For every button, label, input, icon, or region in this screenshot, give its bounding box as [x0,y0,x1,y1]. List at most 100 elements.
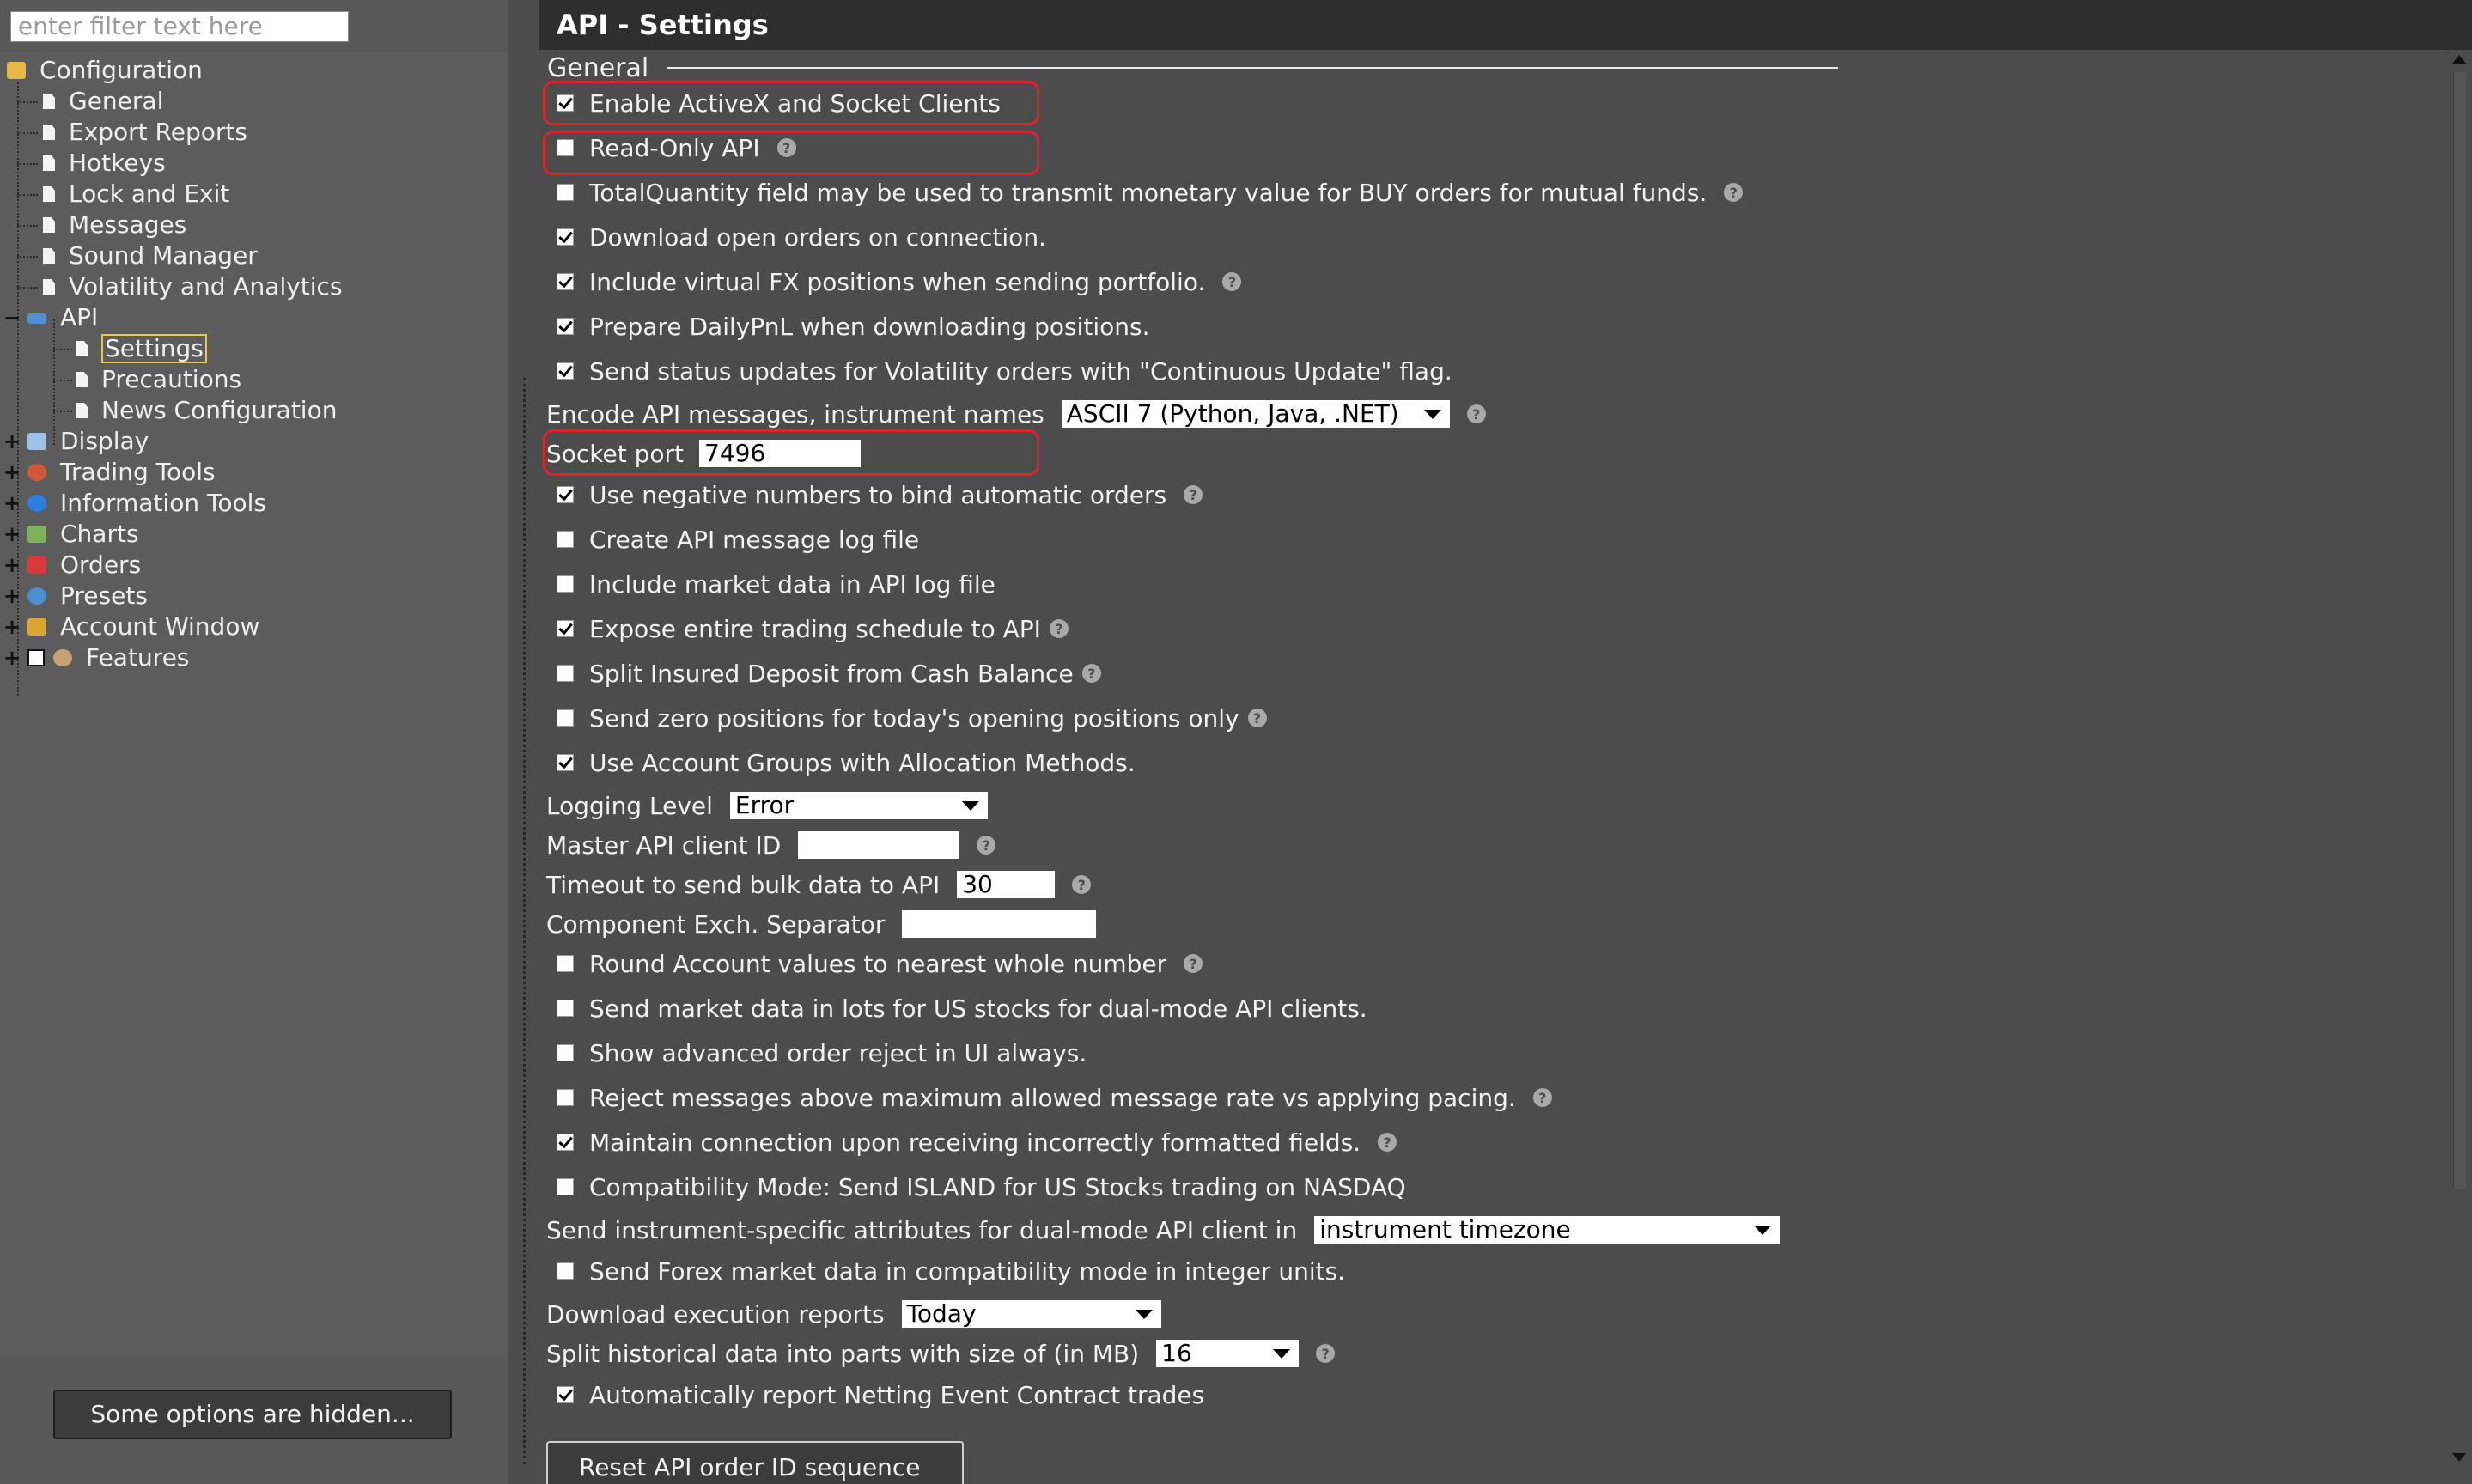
tree-item-trading-tools[interactable]: + Trading Tools [3,457,216,488]
encode-select[interactable]: ASCII 7 (Python, Java, .NET) [1061,400,1450,428]
tree-item-precautions[interactable]: Precautions [53,364,241,395]
setting-account-groups[interactable]: Use Account Groups with Allocation Metho… [546,744,1136,782]
help-icon[interactable]: ? [1532,1088,1552,1107]
checkbox[interactable] [557,362,574,380]
expand-icon[interactable]: + [3,584,21,608]
checkbox[interactable] [557,1089,574,1106]
setting-prepare-daily-pnl[interactable]: Prepare DailyPnL when downloading positi… [546,307,1149,345]
checkbox[interactable] [557,575,574,593]
tree-item-features[interactable]: + Features [3,642,189,673]
expand-icon[interactable]: + [3,615,21,639]
checkbox[interactable] [557,1386,574,1403]
help-icon[interactable]: ? [1184,485,1203,504]
help-icon[interactable]: ? [1049,619,1069,638]
checkbox[interactable] [557,1134,574,1151]
setting-compatibility-mode[interactable]: Compatibility Mode: Send ISLAND for US S… [546,1168,1406,1206]
setting-round-account[interactable]: Round Account values to nearest whole nu… [546,945,1203,982]
collapse-icon[interactable]: − [3,306,21,330]
setting-forex-integer[interactable]: Send Forex market data in compatibility … [546,1252,1345,1290]
setting-send-status-updates[interactable]: Send status updates for Volatility order… [546,352,1452,390]
tree-item-api[interactable]: − API [3,302,98,333]
setting-advanced-reject[interactable]: Show advanced order reject in UI always. [546,1034,1087,1072]
tree-item-presets[interactable]: + Presets [3,581,148,611]
help-icon[interactable]: ? [1378,1133,1397,1152]
help-icon[interactable]: ? [1081,664,1101,683]
checkbox[interactable] [557,184,574,201]
timeout-input[interactable]: 30 [957,871,1056,898]
tree-root-configuration[interactable]: Configuration [7,55,203,86]
setting-reject-messages[interactable]: Reject messages above maximum allowed me… [546,1079,1552,1116]
checkbox[interactable] [557,1044,574,1061]
expand-icon[interactable]: + [3,553,21,577]
expand-icon[interactable]: + [3,522,21,546]
help-icon[interactable]: ? [1072,875,1092,894]
setting-expose-schedule[interactable]: Expose entire trading schedule to API ? [546,610,1069,648]
tree-item-volatility-analytics[interactable]: Volatility and Analytics [17,271,343,302]
setting-read-only-api[interactable]: Read-Only API ? [546,129,796,167]
checkbox[interactable] [557,709,574,727]
setting-download-open-orders[interactable]: Download open orders on connection. [546,218,1046,256]
checkbox[interactable] [557,486,574,503]
setting-send-market-lots[interactable]: Send market data in lots for US stocks f… [546,989,1367,1027]
setting-send-zero-positions[interactable]: Send zero positions for today's opening … [546,699,1267,737]
expand-icon[interactable]: + [3,429,21,453]
checkbox[interactable] [557,273,574,290]
checkbox[interactable] [557,531,574,548]
tree-item-charts[interactable]: + Charts [3,519,139,550]
setting-include-virtual-fx[interactable]: Include virtual FX positions when sendin… [546,263,1242,301]
scroll-up-icon[interactable] [2452,55,2466,64]
scroll-down-icon[interactable] [2452,1453,2466,1462]
help-icon[interactable]: ? [1222,272,1242,291]
tree-item-information-tools[interactable]: + Information Tools [3,488,266,519]
download-execution-select[interactable]: Today [901,1300,1161,1328]
help-icon[interactable]: ? [1247,709,1267,727]
logging-level-select[interactable]: Error [729,792,988,819]
setting-negative-numbers[interactable]: Use negative numbers to bind automatic o… [546,476,1203,514]
tree-item-general[interactable]: General [17,86,163,117]
help-icon[interactable]: ? [1316,1344,1336,1363]
expand-icon[interactable]: + [3,460,21,484]
hidden-options-button[interactable]: Some options are hidden... [53,1390,452,1439]
help-icon[interactable]: ? [977,836,996,855]
tree-item-messages[interactable]: Messages [17,210,186,240]
setting-maintain-connection[interactable]: Maintain connection upon receiving incor… [546,1123,1397,1161]
expand-icon[interactable]: + [3,646,21,670]
tree-item-sound-manager[interactable]: Sound Manager [17,240,258,271]
help-icon[interactable]: ? [1466,404,1486,423]
setting-enable-activex[interactable]: Enable ActiveX and Socket Clients [546,84,1001,122]
socket-port-input[interactable]: 7496 [699,440,862,467]
setting-split-insured[interactable]: Split Insured Deposit from Cash Balance … [546,654,1101,692]
filter-input[interactable]: enter filter text here [10,11,349,42]
setting-total-quantity[interactable]: TotalQuantity field may be used to trans… [546,173,1744,211]
reset-order-id-button[interactable]: Reset API order ID sequence [546,1441,964,1484]
tree-item-display[interactable]: + Display [3,426,149,457]
tree-item-lock-and-exit[interactable]: Lock and Exit [17,179,229,210]
component-separator-input[interactable] [902,910,1097,938]
checkbox[interactable] [557,139,574,156]
setting-include-market-data[interactable]: Include market data in API log file [546,565,995,603]
checkbox[interactable] [557,94,574,112]
tree-item-settings[interactable]: Settings [53,333,207,364]
checkbox[interactable] [557,620,574,637]
setting-create-log[interactable]: Create API message log file [546,520,919,558]
checkbox[interactable] [557,318,574,335]
master-client-id-input[interactable] [798,831,960,859]
checkbox[interactable] [557,955,574,972]
checkbox[interactable] [557,1178,574,1195]
tree-item-orders[interactable]: + Orders [3,550,141,581]
checkbox[interactable] [557,754,574,771]
help-icon[interactable]: ? [1724,183,1744,202]
tree-item-export-reports[interactable]: Export Reports [17,117,247,148]
help-icon[interactable]: ? [776,138,796,157]
checkbox[interactable] [557,228,574,246]
tree-item-news-configuration[interactable]: News Configuration [53,395,337,426]
instrument-timezone-select[interactable]: instrument timezone [1314,1216,1781,1244]
tree-item-account-window[interactable]: + Account Window [3,611,259,642]
checkbox[interactable] [557,1000,574,1017]
help-icon[interactable]: ? [1184,954,1203,973]
scrollbar-thumb[interactable] [2453,72,2466,1189]
checkbox[interactable] [557,665,574,682]
split-historical-select[interactable]: 16 [1156,1340,1300,1367]
expand-icon[interactable]: + [3,491,21,515]
checkbox[interactable] [557,1262,574,1280]
